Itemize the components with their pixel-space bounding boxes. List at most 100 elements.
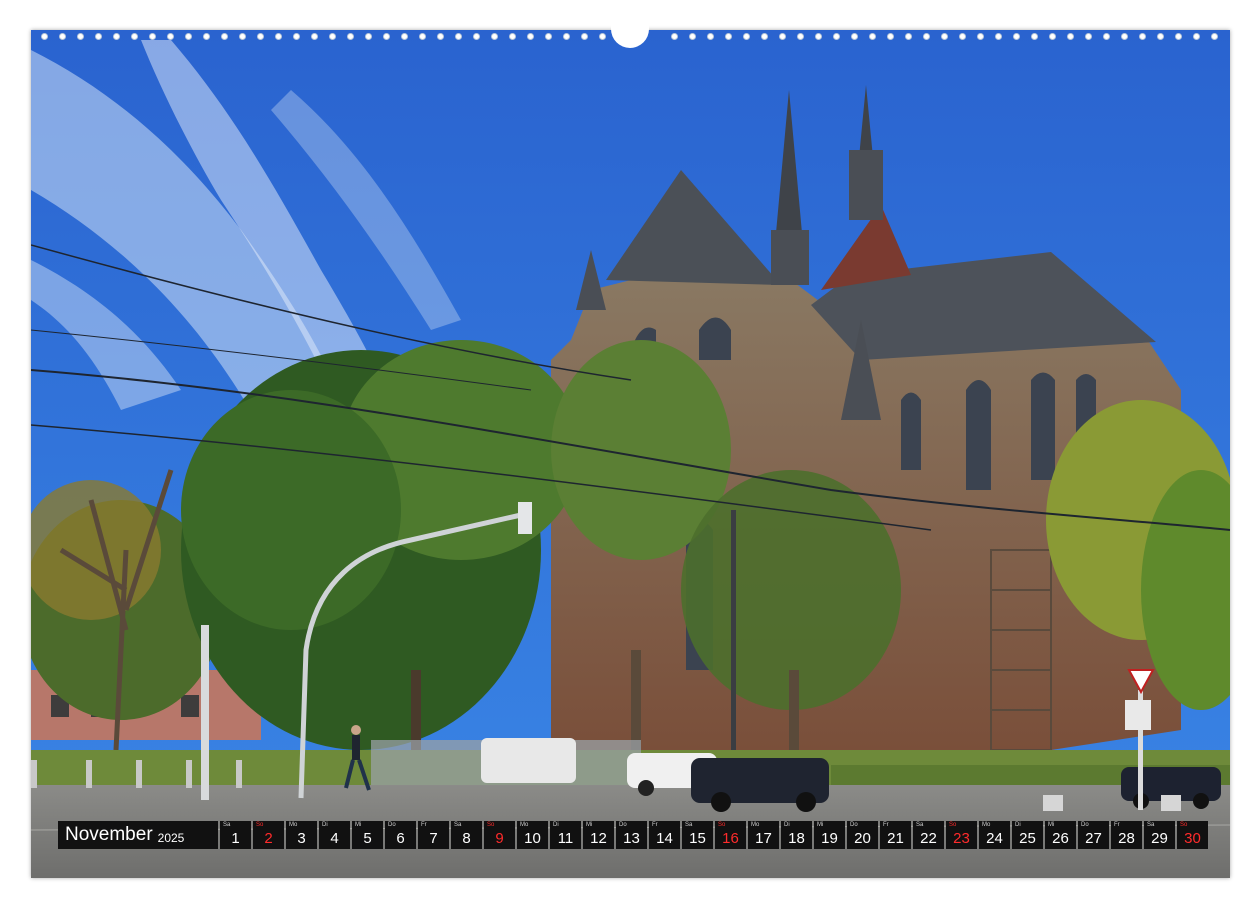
binding-hole — [833, 33, 840, 40]
binding-hole — [1049, 33, 1056, 40]
day-number: 28 — [1118, 830, 1135, 847]
calendar-strip: November 2025 Sa 1 So 2 Mo 3 Di 4 Mi 5 Do 6 Fr 7 Sa 8 So… — [58, 821, 1208, 849]
day-cell: Sa 22 — [913, 821, 944, 849]
weekday-label: So — [1180, 822, 1188, 828]
binding-hole — [1175, 33, 1182, 40]
weekday-label: Mo — [751, 822, 760, 828]
binding-hole — [923, 33, 930, 40]
binding-hole — [455, 33, 462, 40]
day-cell: Fr 28 — [1111, 821, 1142, 849]
weekday-label: So — [487, 822, 495, 828]
day-cell: So 16 — [715, 821, 746, 849]
binding-hole — [365, 33, 372, 40]
day-number: 29 — [1151, 830, 1168, 847]
weekday-label: Mi — [817, 822, 824, 828]
weekday-label: Fr — [883, 822, 889, 828]
binding-hole — [761, 33, 768, 40]
day-cell: Di 25 — [1012, 821, 1043, 849]
weekday-label: Fr — [421, 822, 427, 828]
day-cell: Fr 7 — [418, 821, 449, 849]
binding-hole — [1211, 33, 1218, 40]
day-cell: Sa 29 — [1144, 821, 1175, 849]
day-number: 8 — [462, 830, 471, 847]
day-number: 15 — [689, 830, 706, 847]
day-cell: Do 13 — [616, 821, 647, 849]
day-number: 2 — [264, 830, 273, 847]
day-cell: Di 11 — [550, 821, 581, 849]
binding-hole — [887, 33, 894, 40]
binding-hole — [77, 33, 84, 40]
weekday-label: Mo — [982, 822, 991, 828]
day-number: 7 — [429, 830, 438, 847]
day-cell: Sa 1 — [220, 821, 251, 849]
day-number: 9 — [495, 830, 504, 847]
day-number: 11 — [557, 830, 574, 847]
day-number: 14 — [656, 830, 673, 847]
day-number: 4 — [330, 830, 339, 847]
binding-hole — [779, 33, 786, 40]
calendar-page — [31, 30, 1230, 878]
day-cell: Mo 17 — [748, 821, 779, 849]
day-cell: Mo 3 — [286, 821, 317, 849]
binding-hole — [1121, 33, 1128, 40]
day-cell: Mi 26 — [1045, 821, 1076, 849]
weekday-label: Di — [322, 822, 328, 828]
day-number: 20 — [854, 830, 871, 847]
weekday-label: Fr — [1114, 822, 1120, 828]
weekday-label: So — [718, 822, 726, 828]
day-cell: Do 20 — [847, 821, 878, 849]
weekday-label: Do — [850, 822, 858, 828]
year: 2025 — [157, 830, 185, 845]
binding-hole — [797, 33, 804, 40]
day-number: 6 — [396, 830, 405, 847]
weekday-label: Do — [388, 822, 396, 828]
day-cell: Di 18 — [781, 821, 812, 849]
binding-hole — [239, 33, 246, 40]
day-number: 1 — [231, 830, 240, 847]
day-number: 23 — [953, 830, 970, 847]
binding-hole — [203, 33, 210, 40]
day-number: 12 — [590, 830, 607, 847]
binding-hole — [1085, 33, 1092, 40]
day-number: 22 — [920, 830, 937, 847]
day-cell: Mi 5 — [352, 821, 383, 849]
binding-hole — [383, 33, 390, 40]
weekday-label: Mo — [289, 822, 298, 828]
binding-hole — [545, 33, 552, 40]
binding-hole — [185, 33, 192, 40]
day-cell: Do 6 — [385, 821, 416, 849]
binding-hole — [1031, 33, 1038, 40]
weekday-label: Sa — [685, 822, 693, 828]
day-cell: Di 4 — [319, 821, 350, 849]
day-cell: So 30 — [1177, 821, 1208, 849]
binding-hole — [167, 33, 174, 40]
binding-hole — [329, 33, 336, 40]
binding-hole — [257, 33, 264, 40]
day-cell: Mo 24 — [979, 821, 1010, 849]
binding-hole — [149, 33, 156, 40]
day-number: 30 — [1184, 830, 1201, 847]
day-number: 25 — [1019, 830, 1036, 847]
binding-hole — [347, 33, 354, 40]
day-cell: Sa 15 — [682, 821, 713, 849]
weekday-label: Di — [1015, 822, 1021, 828]
binding-hole — [473, 33, 480, 40]
binding-hole — [1013, 33, 1020, 40]
day-cell: So 23 — [946, 821, 977, 849]
day-cell: Fr 14 — [649, 821, 680, 849]
binding-hole — [509, 33, 516, 40]
binding-hole — [131, 33, 138, 40]
weekday-label: So — [256, 822, 264, 828]
binding-hole — [671, 33, 678, 40]
binding-hole — [941, 33, 948, 40]
binding-hole — [221, 33, 228, 40]
day-cell: Fr 21 — [880, 821, 911, 849]
binding-hole — [95, 33, 102, 40]
weekday-label: Mo — [520, 822, 529, 828]
binding-hole — [1067, 33, 1074, 40]
day-number: 17 — [755, 830, 772, 847]
binding-hole — [1193, 33, 1200, 40]
binding-hole — [707, 33, 714, 40]
day-number: 10 — [524, 830, 541, 847]
day-number: 19 — [821, 830, 838, 847]
